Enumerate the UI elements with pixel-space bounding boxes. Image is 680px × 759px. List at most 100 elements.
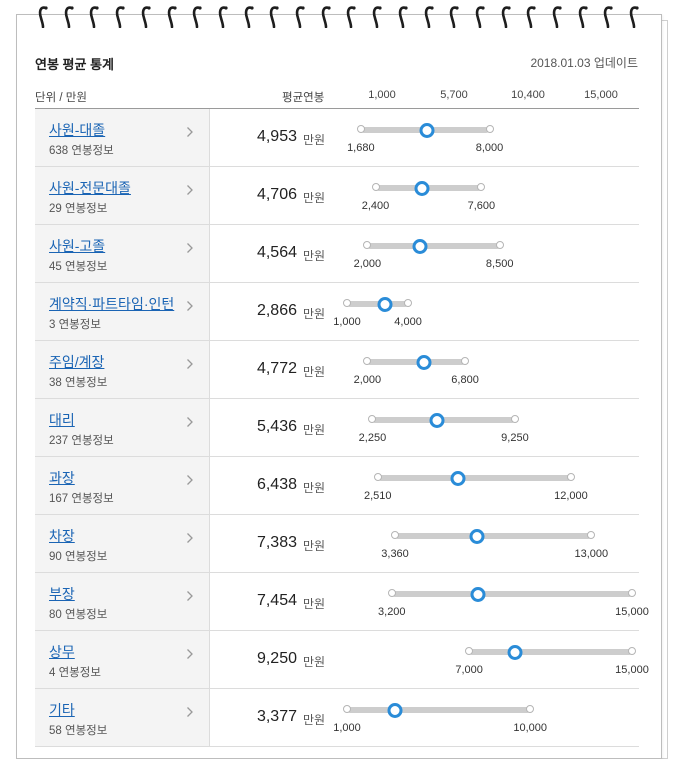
spiral-ring-icon bbox=[552, 2, 562, 28]
min-salary-label: 3,200 bbox=[378, 606, 406, 618]
average-salary: 4,564 bbox=[256, 244, 297, 261]
chevron-right-icon[interactable] bbox=[186, 126, 194, 138]
salary-info-count: 29 연봉정보 bbox=[49, 203, 108, 215]
spiral-ring-icon bbox=[321, 2, 331, 28]
spiral-ring-icon bbox=[475, 2, 485, 28]
position-cell[interactable]: 대리 237 연봉정보 bbox=[35, 399, 210, 456]
chevron-right-icon[interactable] bbox=[186, 474, 194, 486]
position-cell[interactable]: 상무 4 연봉정보 bbox=[35, 631, 210, 688]
spiral-ring-icon bbox=[141, 2, 151, 28]
table-row[interactable]: 상무 4 연봉정보 9,250 만원 7,000 15,000 bbox=[35, 631, 649, 689]
chevron-right-icon[interactable] bbox=[186, 648, 194, 660]
position-link[interactable]: 사원-고졸 bbox=[49, 236, 105, 256]
position-cell[interactable]: 기타 58 연봉정보 bbox=[35, 689, 210, 746]
salary-info-count: 58 연봉정보 bbox=[49, 725, 108, 737]
position-cell[interactable]: 사원-전문대졸 29 연봉정보 bbox=[35, 167, 210, 224]
unit-label: 만원 bbox=[303, 133, 326, 147]
position-link[interactable]: 상무 bbox=[49, 642, 75, 662]
update-date: 2018.01.03 업데이트 bbox=[530, 56, 638, 70]
average-salary: 2,866 bbox=[256, 302, 297, 319]
spiral-ring-icon bbox=[629, 2, 639, 28]
max-salary-label: 15,000 bbox=[615, 664, 649, 676]
unit-label: 만원 bbox=[303, 307, 326, 321]
salary-info-count: 38 연봉정보 bbox=[49, 377, 108, 389]
spiral-binding bbox=[0, 0, 680, 34]
unit-label: 만원 bbox=[303, 539, 326, 553]
table-row[interactable]: 부장 80 연봉정보 7,454 만원 3,200 15,000 bbox=[35, 573, 649, 631]
salary-info-count: 3 연봉정보 bbox=[49, 319, 101, 331]
max-salary-label: 13,000 bbox=[574, 548, 609, 560]
chevron-right-icon[interactable] bbox=[186, 532, 194, 544]
position-cell[interactable]: 사원-대졸 638 연봉정보 bbox=[35, 109, 210, 166]
table-row[interactable]: 주임/계장 38 연봉정보 4,772 만원 2,000 6,800 bbox=[35, 341, 639, 399]
chevron-right-icon[interactable] bbox=[186, 358, 194, 370]
average-marker bbox=[469, 529, 485, 544]
position-link[interactable]: 차장 bbox=[49, 526, 75, 546]
position-link[interactable]: 기타 bbox=[49, 700, 75, 720]
chevron-right-icon[interactable] bbox=[186, 184, 194, 196]
range-min-dot bbox=[356, 125, 365, 133]
range-max-dot bbox=[404, 299, 413, 307]
range-max-dot bbox=[628, 589, 636, 597]
salary-info-count: 4 연봉정보 bbox=[49, 667, 101, 679]
range-min-dot bbox=[363, 241, 372, 249]
scale-tick: 15,000 bbox=[584, 89, 618, 101]
chevron-right-icon[interactable] bbox=[186, 300, 194, 312]
position-link[interactable]: 대리 bbox=[49, 410, 75, 430]
unit-label: 만원 bbox=[303, 597, 326, 611]
salary-info-count: 80 연봉정보 bbox=[49, 609, 108, 621]
average-marker bbox=[416, 355, 432, 370]
salary-table: 사원-대졸 638 연봉정보 4,953 만원 1,680 8,000 사원-전문대졸 29 … bbox=[35, 109, 649, 747]
average-salary: 4,953 bbox=[256, 128, 297, 145]
position-cell[interactable]: 부장 80 연봉정보 bbox=[35, 573, 210, 630]
table-row[interactable]: 사원-고졸 45 연봉정보 4,564 만원 2,000 8,500 bbox=[35, 225, 639, 283]
spiral-ring-icon bbox=[501, 2, 511, 28]
average-marker bbox=[507, 645, 523, 660]
position-cell[interactable]: 계약직·파트타임·인턴 3 연봉정보 bbox=[35, 283, 210, 340]
table-row[interactable]: 사원-전문대졸 29 연봉정보 4,706 만원 2,400 7,600 bbox=[35, 167, 639, 225]
range-min-dot bbox=[368, 415, 377, 423]
chevron-right-icon[interactable] bbox=[186, 416, 194, 428]
table-row[interactable]: 차장 90 연봉정보 7,383 만원 3,360 13,000 bbox=[35, 515, 639, 573]
spiral-ring-icon bbox=[603, 2, 613, 28]
position-link[interactable]: 부장 bbox=[49, 584, 75, 604]
table-row[interactable]: 기타 58 연봉정보 3,377 만원 1,000 10,000 bbox=[35, 689, 639, 747]
spiral-ring-icon bbox=[192, 2, 202, 28]
max-salary-label: 6,800 bbox=[451, 374, 479, 386]
average-marker bbox=[414, 181, 430, 196]
range-max-dot bbox=[526, 705, 535, 713]
position-link[interactable]: 주임/계장 bbox=[49, 352, 104, 372]
spiral-ring-icon bbox=[295, 2, 305, 28]
range-min-dot bbox=[465, 647, 474, 655]
scale-tick: 5,700 bbox=[440, 89, 468, 101]
average-salary: 6,438 bbox=[256, 476, 297, 493]
min-salary-label: 1,000 bbox=[333, 722, 361, 734]
range-min-dot bbox=[387, 589, 396, 597]
spiral-ring-icon bbox=[372, 2, 382, 28]
table-row[interactable]: 계약직·파트타임·인턴 3 연봉정보 2,866 만원 1,000 4,000 bbox=[35, 283, 639, 341]
table-row[interactable]: 사원-대졸 638 연봉정보 4,953 만원 1,680 8,000 bbox=[35, 109, 639, 167]
position-link[interactable]: 사원-전문대졸 bbox=[49, 178, 131, 198]
salary-range-bar bbox=[367, 243, 500, 249]
position-link[interactable]: 사원-대졸 bbox=[49, 120, 105, 140]
scale-tick: 1,000 bbox=[368, 89, 396, 101]
table-row[interactable]: 대리 237 연봉정보 5,436 만원 2,250 9,250 bbox=[35, 399, 639, 457]
min-salary-label: 3,360 bbox=[381, 548, 409, 560]
position-cell[interactable]: 사원-고졸 45 연봉정보 bbox=[35, 225, 210, 282]
table-row[interactable]: 과장 167 연봉정보 6,438 만원 2,510 12,000 bbox=[35, 457, 639, 515]
average-salary: 7,454 bbox=[256, 592, 297, 609]
position-link[interactable]: 과장 bbox=[49, 468, 75, 488]
position-link[interactable]: 계약직·파트타임·인턴 bbox=[49, 294, 174, 314]
position-cell[interactable]: 과장 167 연봉정보 bbox=[35, 457, 210, 514]
max-salary-label: 7,600 bbox=[467, 200, 496, 212]
average-salary: 5,436 bbox=[256, 418, 297, 435]
chevron-right-icon[interactable] bbox=[186, 242, 194, 254]
min-salary-label: 2,250 bbox=[358, 432, 387, 444]
chevron-right-icon[interactable] bbox=[186, 590, 194, 602]
position-cell[interactable]: 주임/계장 38 연봉정보 bbox=[35, 341, 210, 398]
chevron-right-icon[interactable] bbox=[186, 706, 194, 718]
salary-range-bar bbox=[395, 533, 592, 539]
average-salary: 3,377 bbox=[256, 708, 297, 725]
max-salary-label: 12,000 bbox=[554, 490, 588, 502]
position-cell[interactable]: 차장 90 연봉정보 bbox=[35, 515, 210, 572]
